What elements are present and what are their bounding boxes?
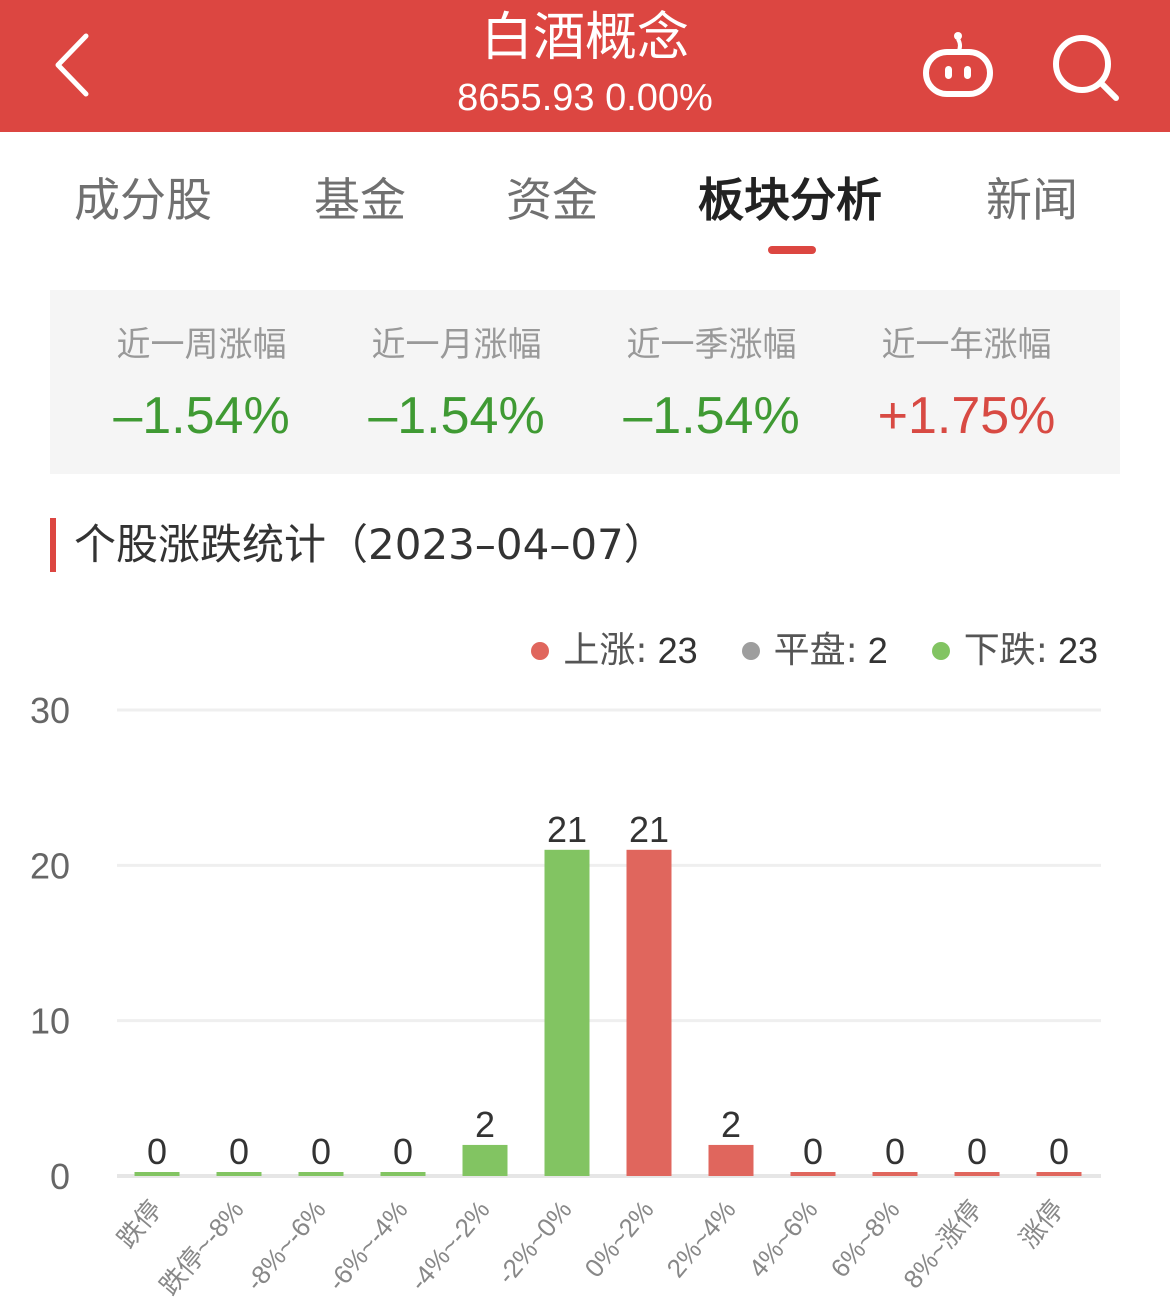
bar (790, 1172, 836, 1176)
legend-count: 2 (867, 630, 888, 671)
stat-label: 近一年涨幅 (881, 325, 1052, 365)
legend-item-down: 下跌: 23 (931, 628, 1098, 674)
stat-label: 近一月涨幅 (371, 325, 542, 365)
data-label: 0 (147, 1131, 167, 1172)
legend-label: 下跌: (963, 630, 1048, 671)
bar (626, 849, 672, 1176)
legend-count: 23 (657, 630, 698, 671)
bar (134, 1172, 180, 1176)
legend-dot-flat (741, 642, 760, 660)
legend-label: 平盘: (773, 630, 858, 671)
stat-year: 近一年涨幅 +1.75% (839, 320, 1094, 446)
bar (216, 1172, 262, 1176)
stat-value: –1.54% (368, 387, 545, 445)
legend-item-up: 上涨: 23 (531, 628, 698, 674)
stat-month: 近一月涨幅 –1.54% (329, 320, 584, 446)
x-tick-label: 跌停 (111, 1195, 167, 1254)
x-tick-label: 涨停 (1013, 1195, 1069, 1254)
x-tick-label: 0%~2% (579, 1195, 660, 1283)
active-tab-indicator (768, 246, 816, 254)
bar (462, 1144, 508, 1176)
legend-label: 上涨: (563, 630, 648, 671)
x-tick-label: 2%~4% (661, 1195, 742, 1283)
x-tick-label: -8%~-6% (239, 1195, 331, 1297)
tab-funds[interactable]: 基金 (314, 170, 406, 230)
stat-value: –1.54% (113, 387, 290, 445)
x-tick-label: 跌停~-8% (154, 1195, 250, 1301)
x-tick-label: -6%~-4% (321, 1195, 413, 1297)
tab-sector-analysis[interactable]: 板块分析 (698, 170, 882, 230)
data-label: 21 (547, 809, 587, 850)
data-label: 0 (1049, 1131, 1069, 1172)
x-tick-label: -4%~-2% (403, 1195, 495, 1297)
legend-item-flat: 平盘: 2 (741, 628, 888, 674)
x-tick-label: 6%~8% (825, 1195, 906, 1283)
legend-dot-down (931, 642, 950, 660)
data-label: 0 (311, 1131, 331, 1172)
bar (954, 1172, 1000, 1176)
tab-capital[interactable]: 资金 (506, 170, 598, 230)
legend-dot-up (531, 642, 550, 660)
data-label: 0 (967, 1131, 987, 1172)
bar (298, 1172, 344, 1176)
y-tick-label: 30 (30, 690, 70, 731)
section-title: 个股涨跌统计（2023–04–07） (50, 518, 666, 572)
stat-value: +1.75% (877, 387, 1056, 445)
bar (380, 1172, 426, 1176)
tab-constituents[interactable]: 成分股 (74, 170, 212, 230)
bar (1036, 1172, 1082, 1176)
stat-quarter: 近一季涨幅 –1.54% (584, 320, 839, 446)
data-label: 21 (629, 809, 669, 850)
search-icon[interactable] (1050, 32, 1122, 102)
robot-icon[interactable] (918, 30, 998, 100)
bar (708, 1144, 754, 1176)
y-tick-label: 20 (30, 845, 70, 886)
x-tick-label: 8%~涨停 (897, 1195, 987, 1295)
app-header: 白酒概念 8655.93 0.00% (0, 0, 1170, 132)
stat-label: 近一周涨幅 (116, 325, 287, 365)
data-label: 0 (803, 1131, 823, 1172)
stat-week: 近一周涨幅 –1.54% (74, 320, 329, 446)
data-label: 0 (885, 1131, 905, 1172)
stat-label: 近一季涨幅 (626, 325, 797, 365)
data-label: 2 (721, 1104, 741, 1145)
bar (872, 1172, 918, 1176)
tab-bar: 成分股 基金 资金 板块分析 新闻 (0, 160, 1170, 240)
chart-legend: 上涨: 23 平盘: 2 下跌: 23 (531, 628, 1098, 674)
y-tick-label: 10 (30, 1001, 70, 1042)
x-tick-label: -2%~0% (491, 1195, 578, 1290)
data-label: 2 (475, 1104, 495, 1145)
legend-count: 23 (1057, 630, 1098, 671)
y-tick-label: 0 (50, 1156, 70, 1197)
bar (544, 849, 590, 1176)
tab-news[interactable]: 新闻 (986, 170, 1078, 230)
data-label: 0 (229, 1131, 249, 1172)
stat-value: –1.54% (623, 387, 800, 445)
x-tick-label: 4%~6% (743, 1195, 824, 1283)
data-label: 0 (393, 1131, 413, 1172)
distribution-bar-chart: 01020300跌停0跌停~-8%0-8%~-6%0-6%~-4%2-4%~-2… (30, 690, 1101, 1301)
performance-summary: 近一周涨幅 –1.54% 近一月涨幅 –1.54% 近一季涨幅 –1.54% 近… (50, 290, 1120, 474)
